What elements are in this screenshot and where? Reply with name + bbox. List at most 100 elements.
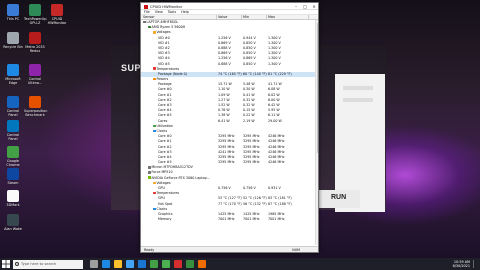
sensor-name: Core #1: [158, 139, 172, 144]
desktop-icon-label: Control Ultima...: [27, 77, 43, 85]
show-desktop-button[interactable]: [473, 260, 478, 268]
sensor-name: Cores: [158, 118, 168, 123]
sensor-name: Core #0: [158, 134, 172, 139]
desktop-icon[interactable]: Metro 2033 Redux: [24, 32, 46, 53]
sensor-type-icon: [153, 67, 156, 70]
taskbar-chrome-icon[interactable]: [162, 260, 170, 268]
maximize-icon[interactable]: □: [301, 4, 309, 10]
app-icon: [29, 4, 41, 16]
minimize-icon[interactable]: –: [292, 4, 300, 10]
desktop-icon[interactable]: Control Ultima...: [24, 64, 46, 85]
taskbar-clock[interactable]: 10:59 AM 6/30/2021: [453, 260, 470, 269]
desktop-icon[interactable]: 3DMark: [2, 190, 24, 207]
taskbar-superposition-icon[interactable]: [198, 260, 206, 268]
taskbar-search-box[interactable]: Type here to search: [13, 259, 83, 269]
desktop-icon[interactable]: Superposition Benchmark: [24, 96, 48, 117]
sensor-name: Core #1: [158, 92, 172, 97]
taskbar-hwmonitor-icon[interactable]: [174, 260, 182, 268]
sensor-name: Force MP510: [151, 170, 173, 175]
sensor-name: VID #0: [158, 35, 170, 40]
sensor-name: NVIDIA GeForce RTX 3060 Laptop...: [151, 175, 210, 180]
desktop-icon-label: Superposition Benchmark: [24, 109, 48, 117]
app-icon: [7, 214, 19, 226]
menu-file[interactable]: File: [144, 10, 150, 14]
sensor-name: Voltages: [156, 30, 171, 35]
run-button[interactable]: RUN: [315, 190, 360, 208]
taskbar-file-explorer-icon[interactable]: [114, 260, 122, 268]
desktop-icon-label: Control Panel: [6, 109, 20, 117]
menu-view[interactable]: View: [155, 10, 163, 14]
app-icon: [51, 4, 63, 16]
desktop-icon-label: Microsoft Edge: [5, 77, 21, 85]
title-bar[interactable]: CPUID HWMonitor – □ ×: [141, 3, 318, 10]
panel-field[interactable]: [343, 98, 373, 102]
sensor-name: Core #2: [158, 97, 172, 102]
desktop-icon[interactable]: Google Chrome: [2, 146, 24, 167]
taskbar-xbox-icon[interactable]: [150, 260, 158, 268]
desktop-icon-label: Steam: [7, 181, 19, 185]
sensor-type-icon: [148, 166, 151, 169]
sensor-type-icon: [153, 181, 156, 185]
num-lock-indicator: NUM: [292, 248, 300, 252]
column-sensor[interactable]: Sensor: [141, 15, 217, 19]
sensor-name: Core #2: [158, 144, 172, 149]
sensor-value: 7001 MHz: [218, 217, 235, 222]
sensor-min: 7001 MHz: [243, 217, 260, 222]
sensor-name: VID #4: [158, 56, 170, 61]
sensor-name-cell: Memory: [141, 217, 217, 222]
desktop-icon-label: Control Panel: [6, 133, 20, 141]
desktop-icon[interactable]: Control Panel: [2, 120, 24, 141]
search-icon: [15, 262, 19, 266]
desktop-icon-label: CPUID HWMonitor: [47, 17, 67, 25]
column-value[interactable]: Value: [217, 15, 242, 19]
sensor-type-icon: [148, 176, 151, 179]
status-bar: Ready NUM: [141, 246, 318, 252]
sensor-name: GPU: [158, 196, 165, 201]
sensor-type-icon: [143, 20, 146, 24]
scrollbar-thumb[interactable]: [316, 23, 318, 153]
sensor-row[interactable]: Memory 7001 MHz 7001 MHz 7001 MHz: [141, 217, 318, 222]
sensor-name: Hot Spot: [158, 201, 173, 206]
app-icon: [7, 64, 19, 76]
close-icon[interactable]: ×: [310, 4, 318, 10]
sensor-type-icon: [153, 191, 156, 195]
panel-field[interactable]: [343, 86, 373, 90]
hwmonitor-window[interactable]: CPUID HWMonitor – □ × File View Tools He…: [140, 2, 319, 253]
taskbar-gpuz-icon[interactable]: [186, 260, 194, 268]
sensor-tree[interactable]: LAPTOP-4MHF8SGL AMD Ryzen 5 5600H Voltages…: [141, 20, 318, 245]
sensor-name: Utilization: [156, 123, 174, 128]
desktop-icon[interactable]: Control Panel: [2, 96, 24, 117]
desktop-icon-label: Metro 2033 Redux: [25, 45, 45, 53]
desktop-icon[interactable]: Recycle Bin: [2, 32, 24, 49]
desktop-icon-label: Alan Wake: [4, 227, 22, 231]
app-logo-icon: [144, 4, 148, 9]
column-min[interactable]: Min: [242, 15, 267, 19]
taskbar-store-icon[interactable]: [126, 260, 134, 268]
search-placeholder: Type here to search: [21, 261, 57, 266]
desktop-icon[interactable]: TechPowerUp GPU-Z: [24, 4, 46, 25]
desktop-icon[interactable]: This PC: [2, 4, 24, 21]
sensor-name: VID #3: [158, 51, 170, 56]
taskbar: Type here to search 10:59 AM 6/30/2021: [0, 258, 480, 270]
desktop-icon[interactable]: Alan Wake: [2, 214, 24, 231]
sensor-name: Core #5: [158, 160, 172, 165]
sensor-name: Core #4: [158, 154, 172, 159]
app-icon: [7, 4, 19, 16]
taskbar-edge-icon[interactable]: [102, 260, 110, 268]
desktop-icon-label: Recycle Bin: [3, 45, 23, 49]
app-icon: [7, 96, 19, 108]
windows-start-icon[interactable]: [2, 260, 10, 268]
taskbar-task-view-icon[interactable]: [90, 260, 98, 268]
menu-tools[interactable]: Tools: [168, 10, 176, 14]
desktop-icon[interactable]: Microsoft Edge: [2, 64, 24, 85]
app-icon: [7, 190, 19, 202]
clock-date: 6/30/2021: [452, 263, 470, 268]
sensor-type-icon: [153, 207, 156, 210]
taskbar-mail-icon[interactable]: [138, 260, 146, 268]
vertical-scrollbar[interactable]: [315, 20, 318, 245]
sensor-name: Micron MTFDHBA512TDV: [151, 165, 193, 170]
column-max[interactable]: Max: [267, 15, 309, 19]
desktop-icon[interactable]: Steam: [2, 168, 24, 185]
menu-help[interactable]: Help: [181, 10, 189, 14]
desktop-icon[interactable]: CPUID HWMonitor: [46, 4, 68, 25]
